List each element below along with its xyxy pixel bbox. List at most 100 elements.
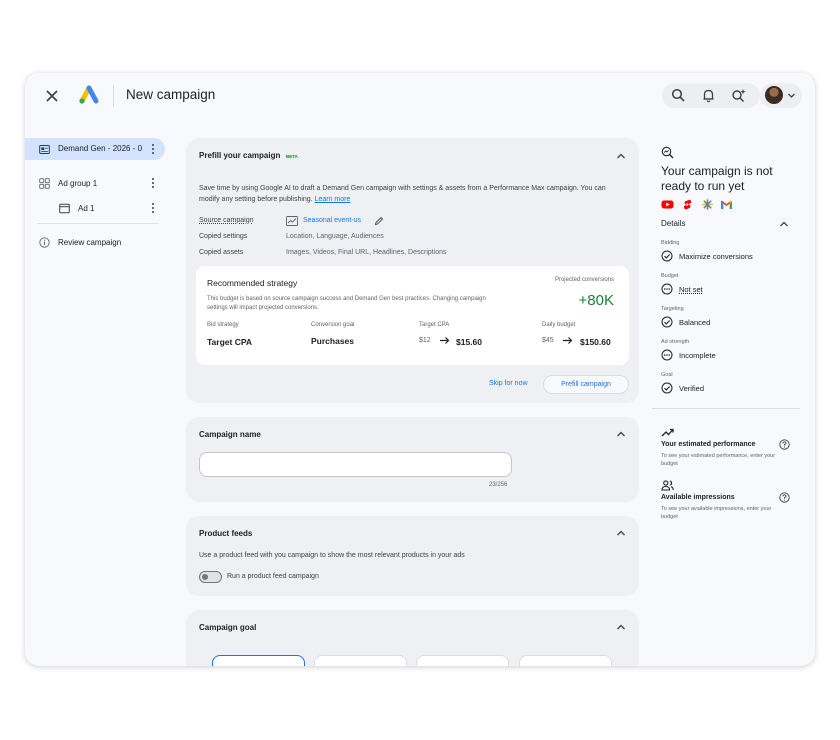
readiness-title: Your campaign is not ready to run yet <box>661 164 773 193</box>
card-title: Product feeds <box>199 529 253 538</box>
info-icon <box>39 237 50 248</box>
beta-badge: BETA <box>284 153 300 160</box>
more-options-icon[interactable] <box>151 202 155 214</box>
google-ads-logo <box>79 85 99 104</box>
targeting-label: Targeting <box>661 306 684 312</box>
projected-conversions-label: Projected conversions <box>554 277 614 283</box>
nav-ad-group-label[interactable]: Ad group 1 <box>58 179 97 188</box>
avatar <box>765 86 783 104</box>
search-icon[interactable] <box>670 87 687 104</box>
goal-option[interactable] <box>519 655 612 666</box>
pending-circle-icon <box>661 283 673 295</box>
arrow-right-icon <box>563 337 573 344</box>
estimated-performance-title: Your estimated performance <box>661 441 756 448</box>
budget-value[interactable]: Not set <box>679 285 703 294</box>
bidding-label: Bidding <box>661 240 680 246</box>
character-counter: 23/256 <box>489 482 508 488</box>
chevron-up-icon[interactable] <box>616 528 626 538</box>
help-icon[interactable] <box>779 492 790 503</box>
ad-icon <box>59 203 70 214</box>
check-circle-icon <box>661 382 673 394</box>
daily-budget-label: Daily budget <box>542 322 576 328</box>
estimated-performance-description: To see your estimated performance, enter… <box>661 453 776 467</box>
nav-ad-label[interactable]: Ad 1 <box>78 204 94 213</box>
app-window: New campaign Demand Gen - 2026 - 0 Ad gr… <box>25 73 815 666</box>
chevron-up-icon[interactable] <box>616 622 626 632</box>
chevron-up-icon[interactable] <box>779 219 789 229</box>
nav-review-label[interactable]: Review campaign <box>58 238 121 247</box>
targeting-value: Balanced <box>679 318 711 327</box>
campaign-icon <box>39 145 50 154</box>
account-menu[interactable] <box>760 83 802 108</box>
skip-button[interactable]: Skip for now <box>489 380 528 387</box>
campaign-name-input[interactable] <box>199 452 512 477</box>
campaign-name-card: Campaign name 23/256 <box>186 417 639 502</box>
chevron-down-icon <box>788 93 795 98</box>
top-bar: New campaign <box>25 73 815 119</box>
page-title: New campaign <box>126 87 216 102</box>
daily-budget-new: $150.60 <box>580 337 611 347</box>
campaign-goal-card: Campaign goal <box>186 610 639 666</box>
product-feed-toggle[interactable] <box>199 571 222 583</box>
card-title: Prefill your campaign <box>199 151 281 160</box>
nav-campaign-label[interactable]: Demand Gen - 2026 - 0 <box>58 144 142 153</box>
more-options-icon[interactable] <box>151 143 155 155</box>
ad-strength-label: Ad strength <box>661 339 690 345</box>
shorts-icon <box>683 199 692 210</box>
arrow-right-icon <box>440 337 450 344</box>
youtube-icon <box>661 200 674 209</box>
target-cpa-new: $15.60 <box>456 337 482 347</box>
card-title: Campaign name <box>199 430 261 439</box>
learn-more-link[interactable]: Learn more <box>315 196 351 203</box>
copied-settings-label: Copied settings <box>199 233 248 240</box>
product-feed-toggle-label: Run a product feed campaign <box>227 573 319 580</box>
details-label: Details <box>661 219 686 228</box>
projected-conversions-value: +80K <box>578 292 614 309</box>
people-icon <box>661 480 674 491</box>
target-cpa-label: Target CPA <box>419 322 450 328</box>
source-campaign-link[interactable]: Seasonal event-us <box>303 217 361 224</box>
prefill-description: Save time by using Google AI to draft a … <box>199 185 606 203</box>
goal-option[interactable] <box>314 655 407 666</box>
goal-value: Verified <box>679 384 705 393</box>
product-feeds-card: Product feeds Use a product feed with yo… <box>186 516 639 596</box>
available-impressions-title: Available impressions <box>661 494 735 501</box>
conversion-goal-label: Conversion goal <box>311 322 355 328</box>
prefill-campaign-button[interactable]: Prefill campaign <box>543 375 629 394</box>
product-feeds-description: Use a product feed with you campaign to … <box>199 552 465 559</box>
source-campaign-label: Source campaign <box>199 217 254 224</box>
check-circle-icon <box>661 250 673 262</box>
daily-budget-old: $45 <box>542 337 554 344</box>
bidding-value: Maximize conversions <box>679 252 753 261</box>
help-icon[interactable] <box>779 439 790 450</box>
gmail-icon <box>721 200 732 209</box>
check-circle-icon <box>661 316 673 328</box>
search-insights-icon <box>661 146 674 159</box>
close-icon[interactable] <box>42 86 62 106</box>
recommended-strategy-panel: Recommended strategy This budget is base… <box>196 266 629 365</box>
nav-divider <box>37 223 159 224</box>
edit-icon[interactable] <box>374 216 384 226</box>
budget-label: Budget <box>661 273 679 279</box>
goal-label: Goal <box>661 372 673 378</box>
toggle-knob <box>202 574 208 580</box>
available-impressions-description: To see your available impressions, enter… <box>661 506 772 520</box>
copied-assets-label: Copied assets <box>199 249 244 256</box>
bid-strategy-label: Bid strategy <box>207 322 239 328</box>
copied-assets-value: Images, Videos, Final URL, Headlines, De… <box>286 249 447 256</box>
goal-option[interactable] <box>212 655 305 666</box>
more-options-icon[interactable] <box>151 177 155 189</box>
header-divider <box>113 85 114 107</box>
bell-icon[interactable] <box>700 87 717 104</box>
ad-group-icon <box>39 178 50 189</box>
chevron-up-icon[interactable] <box>616 151 626 161</box>
pending-circle-icon <box>661 349 673 361</box>
ad-strength-value: Incomplete <box>679 351 716 360</box>
goal-option[interactable] <box>416 655 509 666</box>
discover-icon <box>702 199 713 210</box>
copied-settings-value: Location, Language, Audiences <box>286 233 384 240</box>
conversion-goal-value: Purchases <box>311 336 354 346</box>
chevron-up-icon[interactable] <box>616 429 626 439</box>
search-spark-icon[interactable] <box>730 87 747 104</box>
target-cpa-old: $12 <box>419 337 431 344</box>
